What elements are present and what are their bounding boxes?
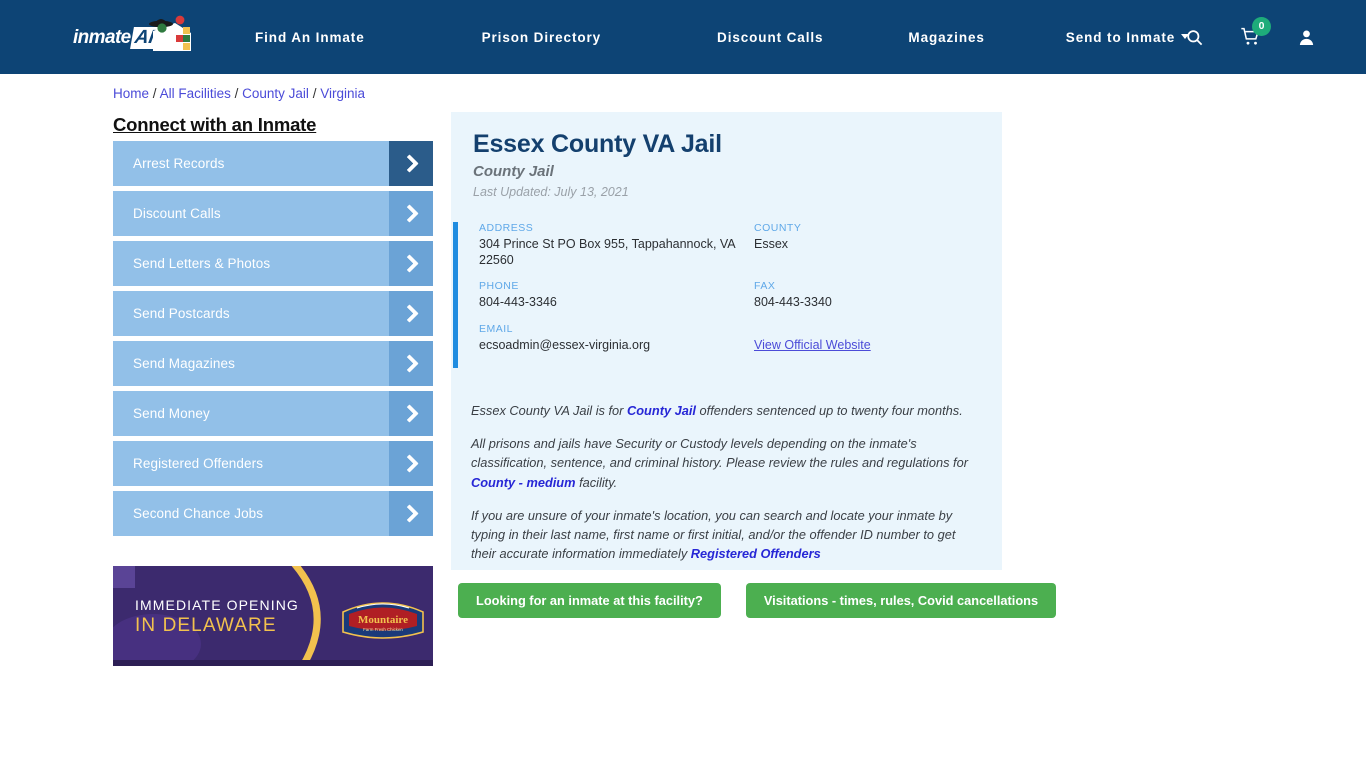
sidebar-item-label: Registered Offenders bbox=[133, 456, 264, 471]
chevron-right-icon bbox=[389, 441, 433, 486]
county-label: COUNTY bbox=[754, 222, 802, 234]
sidebar-item-send-money[interactable]: Send Money bbox=[113, 391, 433, 436]
address-value: 304 Prince St PO Box 955, Tappahannock, … bbox=[479, 237, 735, 267]
facility-description: Essex County VA Jail is for County Jail … bbox=[471, 401, 981, 577]
breadcrumb-item-county-jail[interactable]: County Jail bbox=[242, 86, 309, 101]
sidebar-item-arrest-records[interactable]: Arrest Records bbox=[113, 141, 433, 186]
county-medium-link[interactable]: County - medium bbox=[471, 475, 576, 490]
breadcrumb-separator: / bbox=[312, 86, 317, 101]
nav-item-discount-calls[interactable]: Discount Calls bbox=[717, 30, 823, 45]
chevron-right-icon bbox=[389, 241, 433, 286]
sidebar-item-send-magazines[interactable]: Send Magazines bbox=[113, 341, 433, 386]
chevron-right-icon bbox=[389, 341, 433, 386]
last-updated-text: Last Updated: July 13, 2021 bbox=[473, 185, 629, 199]
phone-label: PHONE bbox=[479, 280, 519, 293]
cart-button[interactable]: 0 bbox=[1240, 17, 1271, 47]
chevron-right-icon bbox=[389, 291, 433, 336]
fax-label: FAX bbox=[754, 280, 776, 293]
mountaire-logo: Mountaire Farm Fresh Chicken bbox=[342, 602, 424, 639]
visitations-button[interactable]: Visitations - times, rules, Covid cancel… bbox=[745, 583, 1057, 618]
facility-contact-block: ADDRESS 304 Prince St PO Box 955, Tappah… bbox=[451, 222, 1002, 368]
ad-line-1: IMMEDIATE OPENING bbox=[135, 597, 299, 613]
sidebar-item-label: Send Money bbox=[133, 406, 210, 421]
paragraph-1-text-a: Essex County VA Jail is for bbox=[471, 403, 627, 418]
county-jail-link[interactable]: County Jail bbox=[627, 403, 696, 418]
registered-offenders-link[interactable]: Registered Offenders bbox=[691, 546, 821, 561]
ad-line-2: IN DELAWARE bbox=[135, 615, 277, 636]
page-title: Essex County VA Jail bbox=[473, 130, 722, 158]
breadcrumb-item-home[interactable]: Home bbox=[113, 86, 149, 101]
chevron-right-icon bbox=[389, 141, 433, 186]
sidebar-item-second-chance-jobs[interactable]: Second Chance Jobs bbox=[113, 491, 433, 536]
paragraph-1-text-b: offenders sentenced up to twenty four mo… bbox=[695, 403, 963, 418]
contact-field-phone: PHONE 804-443-3346 bbox=[479, 280, 754, 311]
chevron-right-icon bbox=[389, 391, 433, 436]
sidebar-item-label: Discount Calls bbox=[133, 206, 221, 221]
facility-type: County Jail bbox=[473, 163, 554, 180]
nav-item-find-an-inmate[interactable]: Find An Inmate bbox=[255, 30, 365, 45]
address-label: ADDRESS bbox=[479, 222, 534, 234]
contact-field-fax: FAX 804-443-3340 bbox=[754, 280, 989, 311]
accent-bar bbox=[453, 222, 458, 368]
sidebar-item-label: Send Postcards bbox=[133, 306, 230, 321]
contact-field-website: View Official Website bbox=[754, 323, 989, 354]
breadcrumb-item-all-facilities[interactable]: All Facilities bbox=[160, 86, 231, 101]
svg-text:Mountaire: Mountaire bbox=[358, 614, 408, 626]
paragraph-2: All prisons and jails have Security or C… bbox=[471, 434, 981, 492]
advertisement-banner[interactable]: IMMEDIATE OPENING IN DELAWARE Mountaire … bbox=[113, 566, 433, 666]
breadcrumb-item-virginia[interactable]: Virginia bbox=[320, 86, 365, 101]
sidebar-item-label: Send Magazines bbox=[133, 356, 235, 371]
email-value: ecsoadmin@essex-virginia.org bbox=[479, 337, 651, 352]
logo-word: inmate bbox=[73, 27, 131, 48]
view-official-website-link[interactable]: View Official Website bbox=[754, 338, 871, 352]
breadcrumb-separator: / bbox=[152, 86, 157, 101]
breadcrumb: Home / All Facilities / County Jail / Vi… bbox=[113, 86, 365, 101]
paragraph-2-text-b: facility. bbox=[575, 474, 618, 490]
account-button[interactable] bbox=[1297, 28, 1316, 47]
facility-header: Essex County VA Jail County Jail Last Up… bbox=[451, 112, 1002, 199]
connect-links-list: Arrest Records Discount Calls Send Lette… bbox=[113, 141, 433, 541]
breadcrumb-separator: / bbox=[234, 86, 239, 101]
sidebar-item-label: Arrest Records bbox=[133, 156, 225, 171]
nav-item-magazines[interactable]: Magazines bbox=[908, 30, 984, 45]
email-label: EMAIL bbox=[479, 322, 514, 335]
sidebar-heading: Connect with an Inmate bbox=[113, 114, 317, 135]
chevron-right-icon bbox=[389, 191, 433, 236]
header-icon-group: 0 bbox=[1149, 0, 1316, 74]
county-value: Essex bbox=[754, 237, 789, 251]
chevron-right-icon bbox=[389, 491, 433, 536]
website-label-spacer bbox=[754, 323, 989, 335]
cart-count-badge: 0 bbox=[1252, 17, 1271, 36]
sidebar-item-label: Send Letters & Photos bbox=[133, 256, 271, 271]
svg-text:Farm Fresh Chicken: Farm Fresh Chicken bbox=[363, 627, 403, 632]
contact-field-email: EMAIL ecsoadmin@essex-virginia.org bbox=[479, 323, 754, 354]
detective-mascot-icon bbox=[149, 15, 191, 51]
sidebar-item-label: Second Chance Jobs bbox=[133, 506, 264, 521]
looking-for-inmate-button[interactable]: Looking for an inmate at this facility? bbox=[458, 583, 721, 618]
sidebar-item-send-postcards[interactable]: Send Postcards bbox=[113, 291, 433, 336]
sidebar-item-send-letters-photos[interactable]: Send Letters & Photos bbox=[113, 241, 433, 286]
paragraph-3: If you are unsure of your inmate's locat… bbox=[471, 506, 981, 564]
search-icon bbox=[1187, 29, 1203, 45]
user-account-icon bbox=[1299, 29, 1314, 45]
sidebar-item-registered-offenders[interactable]: Registered Offenders bbox=[113, 441, 433, 486]
site-header: inmate AID Find An Inmate Prison Director… bbox=[0, 0, 1366, 74]
contact-grid: ADDRESS 304 Prince St PO Box 955, Tappah… bbox=[479, 222, 989, 366]
nav-item-prison-directory[interactable]: Prison Directory bbox=[482, 30, 601, 45]
paragraph-2-text-a: All prisons and jails have Security or C… bbox=[471, 436, 968, 471]
fax-value: 804-443-3340 bbox=[754, 295, 832, 310]
paragraph-1: Essex County VA Jail is for County Jail … bbox=[471, 401, 981, 420]
phone-value: 804-443-3346 bbox=[479, 295, 557, 310]
search-button[interactable] bbox=[1185, 28, 1204, 47]
sidebar-item-discount-calls[interactable]: Discount Calls bbox=[113, 191, 433, 236]
site-logo[interactable]: inmate AID bbox=[73, 15, 193, 56]
main-navigation: Find An Inmate Prison Directory Discount… bbox=[255, 0, 1190, 74]
facility-action-buttons: Looking for an inmate at this facility? … bbox=[458, 583, 1057, 618]
contact-field-county: COUNTY Essex bbox=[754, 222, 989, 268]
contact-field-address: ADDRESS 304 Prince St PO Box 955, Tappah… bbox=[479, 222, 754, 268]
